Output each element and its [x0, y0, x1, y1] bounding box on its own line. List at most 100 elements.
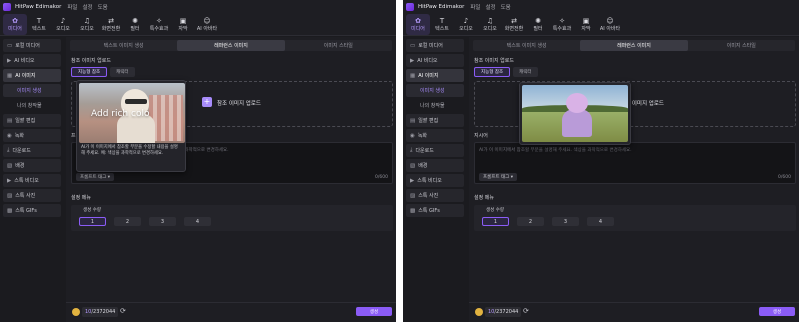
tab-reference-image[interactable]: 레퍼런스 이미지 [580, 40, 688, 51]
toolbar-label: 화면전환 [504, 26, 524, 32]
folder-icon: ▭ [7, 42, 13, 49]
sidebar-item-label: 일괄 편집 [418, 118, 439, 124]
toolbar-subtitle[interactable]: ▣ 자막 [574, 14, 598, 35]
count-option-1[interactable]: 1 [79, 217, 106, 226]
app-logo-icon [3, 3, 11, 11]
toolbar-effects[interactable]: ✧ 특수효과 [147, 14, 171, 35]
refresh-icon[interactable]: ⟳ [120, 307, 126, 315]
sunglasses-shape [125, 99, 147, 104]
pill-character[interactable]: 캐릭터 [513, 67, 538, 77]
sidebar-item-label: AI 비디오 [14, 58, 35, 64]
background-icon: ▧ [7, 162, 13, 169]
sidebar-item-batch-edit[interactable]: ▤ 일괄 편집 [406, 114, 464, 127]
sidebar-item-local-media[interactable]: ▭ 로컬 미디어 [3, 39, 61, 52]
sidebar-item-stock-video[interactable]: ▶ 스톡 비디오 [406, 174, 464, 187]
count-options: 1 2 3 4 [482, 217, 614, 226]
ai-video-icon: ▶ [410, 57, 415, 64]
toolbar-audio[interactable]: ♪ 오디오 [51, 14, 75, 35]
menu-settings[interactable]: 설정 [485, 3, 495, 11]
sidebar-item-ai-image[interactable]: ▦ AI 이미지 [3, 69, 61, 82]
toolbar-filter[interactable]: ✺ 필터 [526, 14, 550, 35]
sidebar-item-ai-video[interactable]: ▶ AI 비디오 [406, 54, 464, 67]
count-option-4[interactable]: 4 [587, 217, 614, 226]
tab-image-style[interactable]: 이미지 스타일 [285, 40, 392, 51]
sidebar-subitem-image-generate[interactable]: 이미지 생성 [406, 84, 464, 97]
sidebar-item-label: 녹화 [14, 133, 25, 139]
toolbar-ai-avatar[interactable]: ☺ AI 아바타 [598, 14, 622, 35]
toolbar-text[interactable]: T 텍스트 [27, 14, 51, 35]
prompt-tag-button[interactable]: 프롬프트 태그 ▾ [76, 173, 114, 181]
prompt-tag-button[interactable]: 프롬프트 태그 ▾ [479, 173, 517, 181]
sidebar-subitem-my-creations[interactable]: 나의 창작물 [3, 99, 61, 112]
toolbar-ai-avatar[interactable]: ☺ AI 아바타 [195, 14, 219, 35]
toolbar-media[interactable]: ✿ 미디어 [406, 14, 430, 35]
media-icon: ✿ [415, 17, 421, 25]
generate-button[interactable]: 생성 [759, 307, 795, 316]
count-option-1[interactable]: 1 [482, 217, 509, 226]
generation-settings: 생성 수량 1 2 3 4 [71, 205, 393, 231]
menu-file[interactable]: 파일 [470, 3, 480, 11]
sidebar-item-background[interactable]: ▧ 배경 [3, 159, 61, 172]
sidebar-item-background[interactable]: ▧ 배경 [406, 159, 464, 172]
sidebar-item-ai-image[interactable]: ▦ AI 이미지 [406, 69, 464, 82]
toolbar-audio-2[interactable]: ♫ 오디오 [478, 14, 502, 35]
pill-smart-reference[interactable]: 지능형 참조 [474, 67, 511, 77]
tab-reference-image[interactable]: 레퍼런스 이미지 [177, 40, 285, 51]
generation-settings: 생성 수량 1 2 3 4 [474, 205, 796, 231]
sidebar-item-download[interactable]: ⤓ 다운로드 [3, 144, 61, 157]
refresh-icon[interactable]: ⟳ [523, 307, 529, 315]
sidebar-item-label: AI 이미지 [15, 73, 36, 79]
sidebar-item-stock-gifs[interactable]: ▩ 스톡 GIFs [406, 204, 464, 217]
count-option-3[interactable]: 3 [552, 217, 579, 226]
toolbar-transition[interactable]: ⇄ 화면전환 [99, 14, 123, 35]
toolbar-label: 자막 [581, 26, 591, 32]
credits-display: 10/2372044 [82, 307, 119, 317]
sidebar-item-stock-video[interactable]: ▶ 스톡 비디오 [3, 174, 61, 187]
tab-text-to-image[interactable]: 텍스트 이미지 생성 [473, 40, 580, 51]
sidebar-item-stock-photo[interactable]: ▨ 스톡 사진 [3, 189, 61, 202]
toolbar-audio-2[interactable]: ♫ 오디오 [75, 14, 99, 35]
sidebar-subitem-my-creations[interactable]: 나의 창작물 [406, 99, 464, 112]
sidebar-item-label: AI 이미지 [418, 73, 439, 79]
toolbar-media[interactable]: ✿ 미디어 [3, 14, 27, 35]
sidebar-item-label: 스톡 사진 [418, 193, 439, 199]
menu-help[interactable]: 도움 [98, 3, 108, 11]
sidebar-item-record[interactable]: ◉ 녹화 [406, 129, 464, 142]
footer-bar: 10/2372044 ⟳ 생성 [66, 302, 396, 320]
reference-tooltip: Add rich colo AI가 이 이미지에서 참조할 부분을 수정할 내용… [76, 80, 186, 172]
sidebar-item-batch-edit[interactable]: ▤ 일괄 편집 [3, 114, 61, 127]
toolbar-text[interactable]: T 텍스트 [430, 14, 454, 35]
sidebar-subitem-image-generate[interactable]: 이미지 생성 [3, 84, 61, 97]
sidebar-item-ai-video[interactable]: ▶ AI 비디오 [3, 54, 61, 67]
toolbar-label: 특수효과 [149, 26, 169, 32]
pill-character[interactable]: 캐릭터 [110, 67, 135, 77]
coin-icon [475, 308, 483, 316]
generate-button[interactable]: 생성 [356, 307, 392, 316]
tab-image-style[interactable]: 이미지 스타일 [688, 40, 795, 51]
count-option-3[interactable]: 3 [149, 217, 176, 226]
menu-help[interactable]: 도움 [501, 3, 511, 11]
sidebar-item-label: 스톡 비디오 [417, 178, 442, 184]
count-option-2[interactable]: 2 [517, 217, 544, 226]
prompt-input[interactable]: AI가 이 이미지에서 참조할 부분을 설명해 주세요. 색상을 과학적으로 변… [474, 142, 796, 184]
menu-settings[interactable]: 설정 [82, 3, 92, 11]
sidebar-item-record[interactable]: ◉ 녹화 [3, 129, 61, 142]
sidebar-item-stock-photo[interactable]: ▨ 스톡 사진 [406, 189, 464, 202]
sidebar-item-label: 로컬 미디어 [418, 43, 443, 49]
pill-smart-reference[interactable]: 지능형 참조 [71, 67, 108, 77]
sidebar-item-stock-gifs[interactable]: ▩ 스톡 GIFs [3, 204, 61, 217]
count-option-2[interactable]: 2 [114, 217, 141, 226]
toolbar-effects[interactable]: ✧ 특수효과 [550, 14, 574, 35]
menu-file[interactable]: 파일 [67, 3, 77, 11]
toolbar-filter[interactable]: ✺ 필터 [123, 14, 147, 35]
tab-text-to-image[interactable]: 텍스트 이미지 생성 [70, 40, 177, 51]
sidebar-item-local-media[interactable]: ▭ 로컬 미디어 [406, 39, 464, 52]
count-option-4[interactable]: 4 [184, 217, 211, 226]
toolbar-audio[interactable]: ♪ 오디오 [454, 14, 478, 35]
app-window-left: HitPaw Edimakor 파일 설정 도움 ✿ 미디어 T 텍스트 ♪ 오디오 … [0, 0, 396, 322]
sidebar-item-download[interactable]: ⤓ 다운로드 [406, 144, 464, 157]
toolbar-label: 필터 [130, 26, 140, 32]
toolbar-transition[interactable]: ⇄ 화면전환 [502, 14, 526, 35]
toolbar-subtitle[interactable]: ▣ 자막 [171, 14, 195, 35]
toolbar-label: 미디어 [8, 26, 22, 32]
